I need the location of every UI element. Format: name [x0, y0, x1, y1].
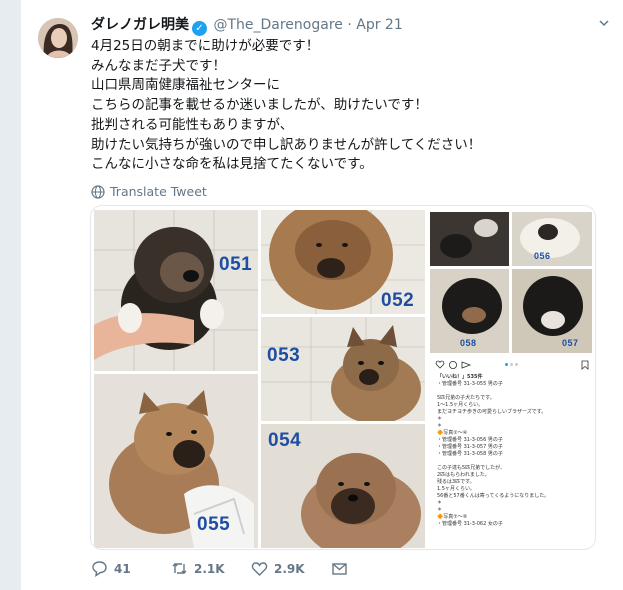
photo-number-054: 054 [268, 430, 302, 451]
tweet-text: 4月25日の朝までに助けが必要です！ みんなまだ子犬です！ 山口県周南健康福祉セ… [91, 37, 611, 175]
photo-number-058: 058 [460, 338, 477, 348]
insta-line: ・管理番号 31-3-058 男の子 [437, 451, 503, 457]
avatar[interactable] [38, 18, 78, 58]
tweet-card: ダレノガレ明美 ✓ @The_Darenogare · Apr 21 4月25日の… [20, 0, 623, 590]
tweet-actions: 41 2.1K 2.9K [91, 560, 348, 577]
tweet-line: 批判される可能性もありますが、 [91, 116, 294, 133]
instagram-icons [435, 360, 472, 369]
photo-054[interactable]: 054 [261, 424, 425, 548]
insta-line: ＊ [437, 500, 443, 506]
handle[interactable]: @The_Darenogare [213, 17, 342, 33]
photo-number-053: 053 [267, 345, 301, 366]
photo-number-051: 051 [219, 254, 253, 275]
photo-052[interactable]: 052 [261, 210, 425, 314]
globe-icon [91, 184, 105, 199]
verified-badge-icon: ✓ [192, 21, 207, 36]
photo-051[interactable]: 051 [94, 210, 258, 371]
insta-line [437, 458, 587, 465]
insta-line: ・管理番号 31-3-057 男の子 [437, 444, 503, 450]
insta-line: ＊ [437, 507, 443, 513]
photo-number-056: 056 [534, 251, 551, 261]
insta-line: 1〜1.5ヶ月くらい。 [437, 402, 484, 408]
insta-line: 56番と57番くんは寄ってくるようになりました。 [437, 493, 550, 499]
reply-icon [92, 561, 107, 577]
pagination-dots [505, 363, 525, 366]
tweet-line: こちらの記事を載せるか迷いましたが、助けたいです！ [91, 97, 428, 114]
instagram-action-row [435, 358, 589, 372]
retweet-icon [172, 563, 187, 574]
tweet-header: ダレノガレ明美 ✓ @The_Darenogare · Apr 21 [91, 14, 403, 36]
heart-icon [251, 562, 268, 576]
insta-line: 「いいね！」535件 [437, 374, 483, 380]
tweet-line: 4月25日の朝までに助けが必要です！ [91, 38, 320, 54]
tweet-line: みんなまだ子犬です！ [91, 57, 226, 74]
tweet-date[interactable]: Apr 21 [356, 17, 402, 33]
insta-line: まだヨチヨチ歩きの可愛らしいブラザーズです。 [437, 409, 547, 415]
insta-line: 5匹兄弟の子犬たちです。 [437, 395, 495, 401]
insta-line [437, 388, 587, 395]
tweet-line: こんなに小さな命を私は見捨てたくないです。 [91, 156, 373, 173]
envelope-icon [332, 563, 347, 575]
reply-count: 41 [114, 561, 131, 576]
retweet-button[interactable]: 2.1K [171, 560, 251, 577]
insta-line: ＊ [437, 416, 443, 422]
instagram-post-screenshot[interactable]: 「いいね！」535件 ・管理番号 31-3-055 男の子 5匹兄弟の子犬たちで… [431, 356, 593, 548]
tweet-line: 助けたい気持ちが強いので申し訳ありませんが許してください！ [91, 136, 482, 153]
insta-line: 1.5ヶ月くらい。 [437, 486, 475, 492]
media-grid[interactable]: 051 052 053 054 055 056 058 057 「いいね！」53… [90, 205, 596, 550]
insta-line: 残るは3匹です。 [437, 479, 475, 485]
photo-number-055: 055 [197, 514, 231, 535]
photo-055[interactable]: 055 [94, 374, 258, 548]
insta-line: ・管理番号 31-3-055 男の子 [437, 381, 503, 387]
insta-line: この子達も5匹兄弟でしたが、 [437, 465, 506, 471]
translate-tweet-link[interactable]: Translate Tweet [91, 184, 207, 199]
insta-line: 🔶写真⑦〜⑨ [437, 514, 468, 520]
photo-053[interactable]: 053 [261, 317, 425, 421]
photo-number-057: 057 [562, 338, 579, 348]
insta-line: ＊ [437, 423, 443, 429]
insta-line: 🔶写真②〜④ [437, 430, 468, 436]
tweet-line: 山口県周南健康福祉センターに [91, 77, 280, 94]
insta-line: ・管理番号 31-3-062 女の子 [437, 521, 503, 527]
chevron-down-icon[interactable] [597, 16, 611, 30]
reply-button[interactable]: 41 [91, 560, 171, 577]
instagram-caption: 「いいね！」535件 ・管理番号 31-3-055 男の子 5匹兄弟の子犬たちで… [431, 374, 593, 528]
display-name[interactable]: ダレノガレ明美 [91, 17, 189, 33]
insta-line: 2匹はもらわれました。 [437, 472, 490, 478]
direct-message-button[interactable] [331, 560, 348, 577]
retweet-count: 2.1K [194, 561, 225, 576]
translate-label: Translate Tweet [110, 184, 207, 199]
separator: · [347, 17, 352, 33]
like-count: 2.9K [274, 561, 305, 576]
photo-collage[interactable]: 056 058 057 [428, 210, 594, 355]
like-button[interactable]: 2.9K [251, 560, 331, 577]
photo-number-052: 052 [381, 290, 415, 311]
insta-line: ・管理番号 31-3-056 男の子 [437, 437, 503, 443]
bookmark-icon [581, 360, 589, 370]
